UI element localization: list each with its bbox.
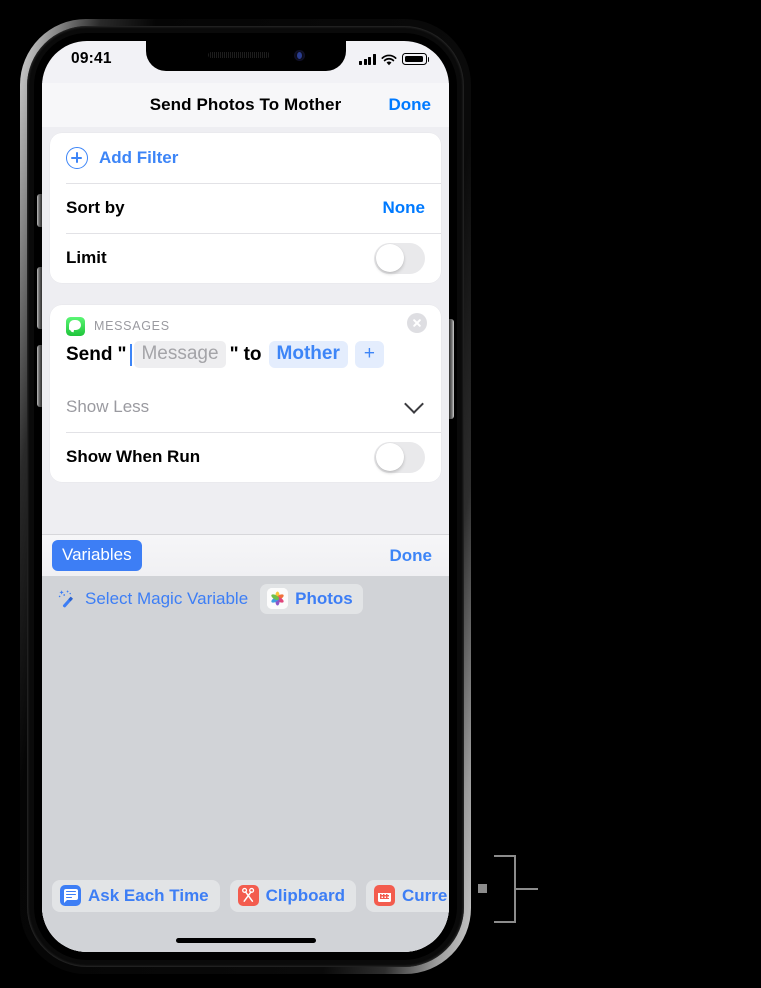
message-input[interactable]: Message — [134, 341, 226, 368]
sentence-verb: Send — [66, 343, 113, 365]
limit-label: Limit — [66, 248, 107, 267]
wifi-icon — [381, 53, 397, 66]
nav-done-button[interactable]: Done — [389, 95, 432, 115]
accessory-done-button[interactable]: Done — [390, 546, 433, 566]
page-title: Send Photos To Mother — [149, 95, 342, 114]
photos-variable-chip[interactable]: Photos — [260, 584, 363, 614]
action-card-header: MESSAGES — [50, 305, 441, 336]
variable-chip-clipboard[interactable]: Clipboard — [229, 880, 356, 912]
chevron-down-icon — [404, 394, 424, 414]
status-bar-clock: 09:41 — [71, 50, 112, 67]
front-camera-icon — [293, 50, 305, 61]
variable-chip-label: Ask Each Time — [88, 885, 209, 905]
variable-chip-ask-each-time[interactable]: Ask Each Time — [52, 880, 220, 912]
show-when-run-row[interactable]: Show When Run — [50, 432, 441, 482]
sentence-close-quote: " — [229, 343, 239, 365]
messages-icon — [66, 316, 85, 336]
scissors-icon — [237, 885, 259, 906]
show-when-run-toggle[interactable] — [374, 441, 425, 473]
close-circle-icon[interactable] — [407, 313, 427, 333]
show-less-row[interactable]: Show Less — [50, 382, 441, 432]
calendar-icon — [373, 885, 395, 906]
recipient-chip[interactable]: Mother — [268, 341, 348, 368]
earpiece-speaker — [207, 52, 270, 58]
variable-chip-toolbar[interactable]: Ask Each Time Clipboard Curre — [42, 880, 449, 912]
status-bar-icons — [359, 53, 430, 66]
sort-by-value[interactable]: None — [383, 198, 426, 218]
variable-picker-panel: Select Magic Variable Photos Ask Each Ti… — [42, 576, 449, 952]
screenshot-stage: 09:41 Send Photos To Mother Done Add Fil… — [0, 0, 761, 988]
action-app-name: MESSAGES — [94, 319, 170, 333]
text-cursor — [130, 343, 133, 366]
select-magic-variable-label: Select Magic Variable — [85, 589, 249, 608]
ask-each-time-icon — [60, 885, 81, 906]
device-screen: 09:41 Send Photos To Mother Done Add Fil… — [42, 41, 449, 952]
power-button[interactable] — [449, 319, 454, 419]
magic-wand-icon — [58, 589, 78, 609]
messages-action-card: MESSAGES Send " Message " to Mother + Sh… — [50, 305, 441, 482]
show-less-label: Show Less — [66, 397, 150, 416]
sort-by-row[interactable]: Sort by None — [50, 183, 441, 233]
add-recipient-button[interactable]: + — [354, 341, 384, 368]
iphone-device-frame: 09:41 Send Photos To Mother Done Add Fil… — [20, 19, 471, 974]
home-indicator[interactable] — [175, 938, 316, 943]
variable-chip-current-date[interactable]: Curre — [365, 880, 449, 912]
action-sentence[interactable]: Send " Message " to Mother + — [50, 335, 441, 382]
callout-bracket — [494, 855, 516, 923]
limit-row[interactable]: Limit — [50, 233, 441, 283]
sentence-open-quote: " — [117, 343, 127, 365]
photos-icon — [267, 588, 289, 609]
plus-circle-icon — [66, 147, 88, 169]
callout-bracket-leader — [516, 888, 538, 890]
photos-chip-label: Photos — [295, 588, 353, 608]
variable-chip-label: Clipboard — [265, 885, 345, 905]
add-filter-row[interactable]: Add Filter — [50, 133, 441, 183]
select-magic-variable-row[interactable]: Select Magic Variable Photos — [42, 576, 449, 622]
variables-button[interactable]: Variables — [52, 540, 142, 571]
variable-chip-label: Curre — [401, 885, 448, 905]
add-filter-label: Add Filter — [99, 148, 179, 167]
navigation-bar: Send Photos To Mother Done — [42, 83, 449, 127]
cellular-signal-icon — [359, 54, 376, 65]
sort-by-label: Sort by — [66, 198, 125, 217]
battery-icon — [402, 53, 430, 65]
filter-card: Add Filter Sort by None Limit — [50, 133, 441, 283]
notch — [145, 41, 346, 71]
sentence-preposition: to — [243, 343, 262, 365]
limit-toggle[interactable] — [374, 242, 425, 274]
keyboard-accessory-bar: Variables Done — [42, 534, 449, 576]
show-when-run-label: Show When Run — [66, 447, 201, 466]
callout-anchor-dot — [478, 884, 487, 893]
